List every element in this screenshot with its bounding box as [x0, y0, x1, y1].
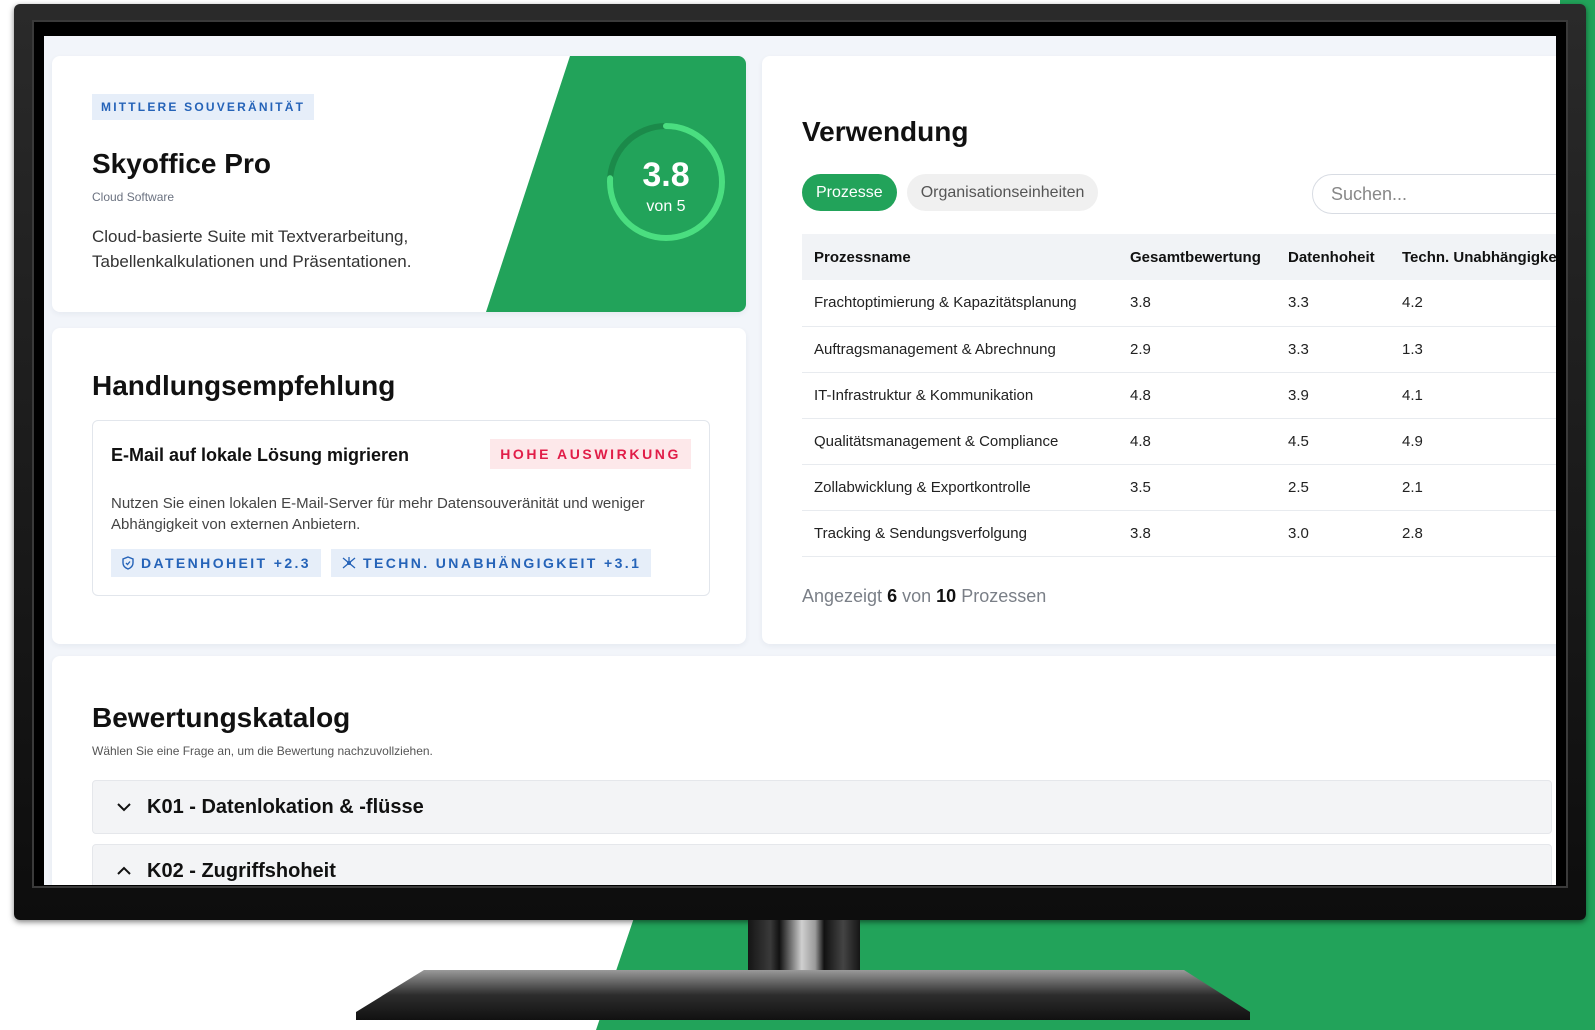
cell-unabhaengigkeit: 4.1 [1390, 372, 1556, 419]
shield-icon [122, 556, 134, 570]
usage-card: Verwendung Prozesse Organisationseinheit… [762, 56, 1556, 644]
cell-datenhoheit: 3.3 [1276, 326, 1390, 373]
chevron-up-icon [117, 866, 131, 875]
table-row[interactable]: Zollabwicklung & Exportkontrolle 3.5 2.5… [802, 464, 1556, 511]
product-card: MITTLERE SOUVERÄNITÄT Skyoffice Pro Clou… [52, 56, 746, 312]
effect-chip-datenhoheit: DATENHOHEIT +2.3 [111, 549, 321, 577]
cell-overall: 3.8 [1118, 280, 1276, 327]
accordion-item-k02[interactable]: K02 - Zugriffshoheit [92, 844, 1552, 885]
effect-chip-label: DATENHOHEIT +2.3 [141, 555, 311, 571]
product-category: Cloud Software [92, 190, 175, 204]
cell-process-name: Frachtoptimierung & Kapazitätsplanung [802, 280, 1118, 327]
usage-title: Verwendung [802, 116, 969, 147]
table-row[interactable]: Frachtoptimierung & Kapazitätsplanung 3.… [802, 280, 1556, 327]
score-panel: 3.8 von 5 [486, 56, 746, 312]
column-header-gesamtbewertung[interactable]: Gesamtbewertung [1118, 234, 1276, 280]
cell-overall: 4.8 [1118, 372, 1276, 419]
product-description: Cloud-basierte Suite mit Textverarbeitun… [92, 227, 412, 271]
column-header-datenhoheit[interactable]: Datenhoheit [1276, 234, 1390, 280]
column-header-unabhaengigkeit[interactable]: Techn. Unabhängigkei [1390, 234, 1556, 280]
table-row[interactable]: Auftragsmanagement & Abrechnung 2.9 3.3 … [802, 326, 1556, 373]
process-table: Prozessname Gesamtbewertung Datenhoheit … [802, 234, 1556, 557]
cell-process-name: Tracking & Sendungsverfolgung [802, 510, 1118, 557]
effect-chip-label: TECHN. UNABHÄNGIGKEIT +3.1 [363, 555, 642, 571]
usage-tabs: Prozesse Organisationseinheiten [802, 174, 1099, 211]
result-count-shown: 6 [887, 586, 898, 606]
result-count-suffix: Prozessen [961, 586, 1047, 606]
result-count-total: 10 [936, 586, 957, 606]
effect-chip-unabhaengigkeit: TECHN. UNABHÄNGIGKEIT +3.1 [331, 549, 652, 577]
effect-chips: DATENHOHEIT +2.3 TECHN. UNABHÄNGIGKEIT +… [111, 549, 652, 577]
product-name: Skyoffice Pro [92, 148, 271, 179]
cell-datenhoheit: 3.9 [1276, 372, 1390, 419]
chevron-down-icon [117, 803, 131, 812]
tab-organisationseinheiten[interactable]: Organisationseinheiten [906, 174, 1099, 211]
catalog-card: Bewertungskatalog Wählen Sie eine Frage … [52, 656, 1556, 885]
recommendation-item-text: Nutzen Sie einen lokalen E-Mail-Server f… [111, 495, 645, 533]
cell-datenhoheit: 4.5 [1276, 418, 1390, 465]
cell-overall: 3.5 [1118, 464, 1276, 511]
recommendation-title: Handlungsempfehlung [92, 370, 396, 401]
accordion-item-label: K01 - Datenlokation & -flüsse [147, 795, 424, 818]
score-scale: von 5 [646, 198, 686, 215]
cell-overall: 4.8 [1118, 418, 1276, 465]
cell-overall: 3.8 [1118, 510, 1276, 557]
network-icon [342, 557, 356, 569]
search-input[interactable] [1312, 174, 1556, 214]
accordion-item-k01[interactable]: K01 - Datenlokation & -flüsse [92, 780, 1552, 834]
result-count: Angezeigt 6 von 10 Prozessen [802, 586, 1046, 607]
cell-datenhoheit: 2.5 [1276, 464, 1390, 511]
cell-unabhaengigkeit: 2.1 [1390, 464, 1556, 511]
result-count-prefix: Angezeigt [802, 586, 883, 606]
catalog-title: Bewertungskatalog [92, 702, 351, 733]
sovereignty-badge: MITTLERE SOUVERÄNITÄT [92, 94, 315, 120]
table-row[interactable]: IT-Infrastruktur & Kommunikation 4.8 3.9… [802, 372, 1556, 419]
recommendation-item[interactable]: E-Mail auf lokale Lösung migrieren HOHE … [92, 420, 710, 596]
column-header-prozessname[interactable]: Prozessname [802, 234, 1118, 280]
score-value: 3.8 [642, 156, 690, 194]
cell-unabhaengigkeit: 4.9 [1390, 418, 1556, 465]
table-header-row: Prozessname Gesamtbewertung Datenhoheit … [802, 234, 1556, 280]
promo-stage: MITTLERE SOUVERÄNITÄT Skyoffice Pro Clou… [0, 0, 1595, 1030]
cell-unabhaengigkeit: 1.3 [1390, 326, 1556, 373]
cell-unabhaengigkeit: 2.8 [1390, 510, 1556, 557]
monitor-base [356, 970, 1250, 1020]
cell-datenhoheit: 3.3 [1276, 280, 1390, 327]
table-row[interactable]: Qualitätsmanagement & Compliance 4.8 4.5… [802, 418, 1556, 465]
recommendation-item-title: E-Mail auf lokale Lösung migrieren [111, 445, 410, 465]
result-count-mid: von [902, 586, 932, 606]
cell-process-name: Auftragsmanagement & Abrechnung [802, 326, 1118, 373]
impact-badge: HOHE AUSWIRKUNG [490, 439, 691, 469]
cell-process-name: Zollabwicklung & Exportkontrolle [802, 464, 1118, 511]
cell-overall: 2.9 [1118, 326, 1276, 373]
cell-unabhaengigkeit: 4.2 [1390, 280, 1556, 327]
cell-datenhoheit: 3.0 [1276, 510, 1390, 557]
tab-prozesse[interactable]: Prozesse [802, 174, 897, 211]
score-panel-shape [486, 56, 746, 312]
cell-process-name: IT-Infrastruktur & Kommunikation [802, 372, 1118, 419]
accordion-item-label: K02 - Zugriffshoheit [147, 859, 336, 882]
cell-process-name: Qualitätsmanagement & Compliance [802, 418, 1118, 465]
recommendation-card: Handlungsempfehlung E-Mail auf lokale Lö… [52, 328, 746, 644]
app-screen: MITTLERE SOUVERÄNITÄT Skyoffice Pro Clou… [44, 36, 1556, 885]
catalog-subtitle: Wählen Sie eine Frage an, um die Bewertu… [92, 744, 433, 758]
table-row[interactable]: Tracking & Sendungsverfolgung 3.8 3.0 2.… [802, 510, 1556, 557]
